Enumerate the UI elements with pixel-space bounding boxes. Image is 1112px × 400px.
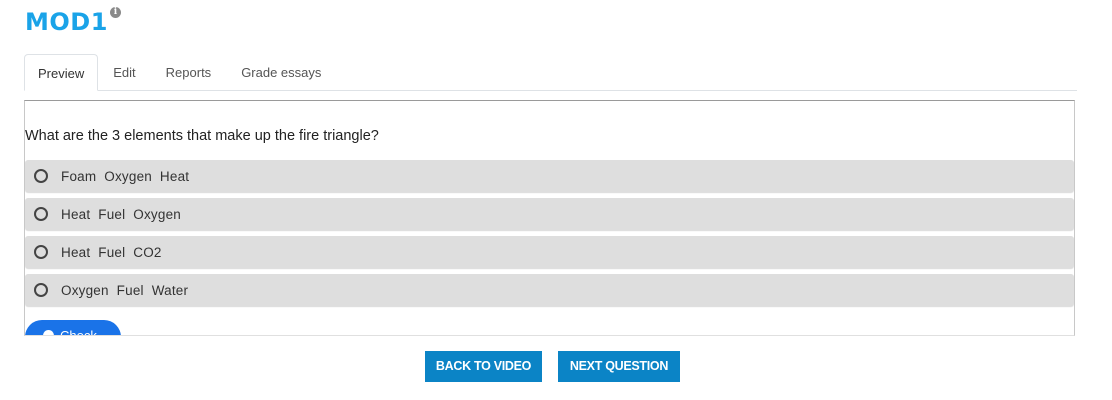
answer-option[interactable]: Heat Fuel Oxygen [25, 198, 1074, 230]
tab-bar: Preview Edit Reports Grade essays [24, 54, 1077, 91]
tab-edit[interactable]: Edit [98, 54, 150, 90]
check-circle-icon [43, 330, 54, 335]
answer-options: Foam Oxygen Heat Heat Fuel Oxygen Heat F… [25, 160, 1074, 312]
radio-icon[interactable] [34, 207, 48, 221]
back-to-video-button[interactable]: BACK TO VIDEO [425, 351, 542, 382]
quiz-preview-frame: What are the 3 elements that make up the… [24, 100, 1075, 336]
question-text: What are the 3 elements that make up the… [25, 128, 379, 144]
tab-reports[interactable]: Reports [151, 54, 227, 90]
radio-icon[interactable] [34, 283, 48, 297]
answer-option-label: Oxygen Fuel Water [61, 282, 189, 298]
tab-preview[interactable]: Preview [24, 54, 99, 91]
tab-grade-essays[interactable]: Grade essays [226, 54, 336, 90]
check-button-label: Check [60, 328, 97, 336]
answer-option-label: Foam Oxygen Heat [61, 168, 190, 184]
answer-option[interactable]: Foam Oxygen Heat [25, 160, 1074, 192]
page-title: MOD1 [25, 8, 108, 36]
info-icon[interactable]: i [109, 7, 121, 18]
answer-option[interactable]: Heat Fuel CO2 [25, 236, 1074, 268]
page-header: MOD1 i [25, 6, 121, 38]
answer-option-label: Heat Fuel Oxygen [61, 206, 182, 222]
check-button[interactable]: Check [25, 320, 121, 336]
answer-option-label: Heat Fuel CO2 [61, 244, 162, 260]
radio-icon[interactable] [34, 245, 48, 259]
answer-option[interactable]: Oxygen Fuel Water [25, 274, 1074, 306]
radio-icon[interactable] [34, 169, 48, 183]
next-question-button[interactable]: NEXT QUESTION [558, 351, 680, 382]
